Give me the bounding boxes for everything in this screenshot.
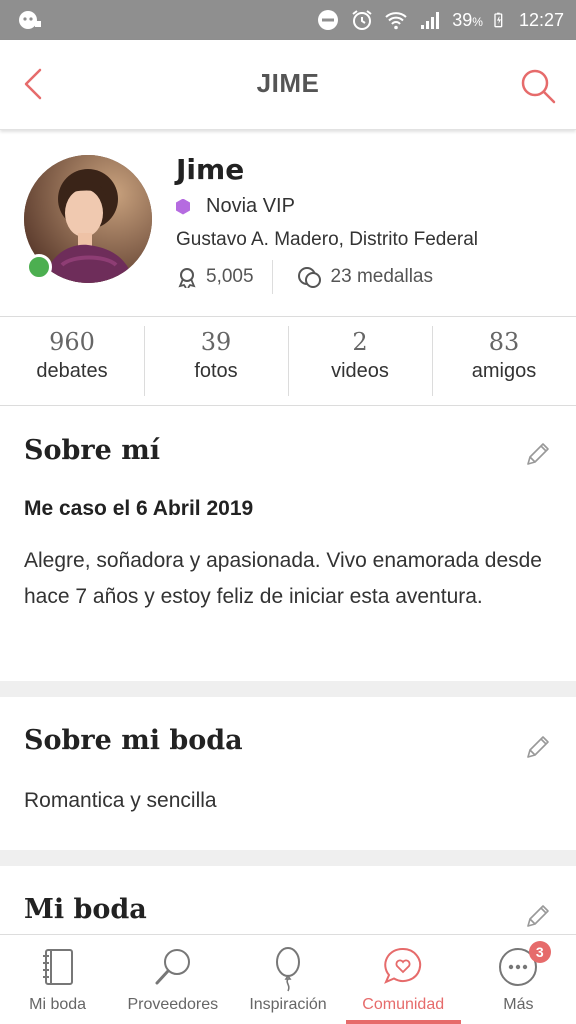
signal-icon bbox=[421, 12, 440, 29]
about-section: Sobre mí Me caso el 6 Abril 2019 Alegre,… bbox=[0, 407, 576, 681]
stat-value: 960 bbox=[49, 328, 95, 356]
stat-videos[interactable]: 2 videos bbox=[288, 318, 432, 405]
nav-label: Inspiración bbox=[249, 996, 327, 1013]
nav-label: Mi boda bbox=[29, 996, 87, 1013]
profile-stats: 5,005 23 medallas bbox=[176, 260, 433, 294]
profile-type: Novia VIP bbox=[176, 195, 295, 218]
search-icon[interactable] bbox=[518, 66, 558, 106]
profile-header: Jime Novia VIP Gustavo A. Madero, Distri… bbox=[0, 131, 576, 317]
balloon-icon bbox=[276, 947, 300, 992]
pencil-icon[interactable] bbox=[524, 440, 552, 468]
wifi-icon bbox=[385, 12, 407, 30]
stat-value: 2 bbox=[352, 328, 368, 356]
notification-badge: 3 bbox=[528, 941, 551, 963]
pencil-icon[interactable] bbox=[524, 733, 552, 761]
profile-name: Jime bbox=[176, 153, 245, 186]
nav-label: Más bbox=[503, 996, 534, 1013]
my-wedding-section: Mi boda bbox=[0, 866, 576, 934]
stat-value: 83 bbox=[488, 328, 520, 356]
medals-count[interactable]: 23 medallas bbox=[331, 266, 433, 288]
section-divider bbox=[0, 850, 576, 866]
dnd-icon bbox=[318, 10, 339, 30]
stat-label: debates bbox=[36, 360, 108, 382]
stat-label: videos bbox=[331, 360, 389, 382]
online-status-dot bbox=[26, 254, 52, 280]
nav-proveedores[interactable]: Proveedores bbox=[115, 935, 230, 1024]
wedding-about-section: Sobre mi boda Romantica y sencilla bbox=[0, 697, 576, 850]
wedding-about-text: Romantica y sencilla bbox=[24, 789, 217, 812]
vip-hexagon-icon bbox=[176, 198, 190, 215]
stat-fotos[interactable]: 39 fotos bbox=[144, 318, 288, 405]
stat-debates[interactable]: 960 debates bbox=[0, 318, 144, 405]
page-title: JIME bbox=[256, 68, 320, 98]
search-icon bbox=[155, 949, 190, 985]
stat-value: 39 bbox=[200, 328, 232, 356]
alarm-icon bbox=[352, 10, 372, 30]
medals-icon bbox=[297, 267, 321, 288]
status-bar: 39% 12:27 bbox=[0, 0, 576, 40]
nav-comunidad[interactable]: Comunidad bbox=[345, 935, 461, 1024]
wedding-date: Me caso el 6 Abril 2019 bbox=[24, 497, 254, 520]
about-text: Alegre, soñadora y apasionada. Vivo enam… bbox=[24, 549, 542, 608]
pencil-icon[interactable] bbox=[524, 902, 552, 930]
profile-type-label: Novia VIP bbox=[206, 195, 295, 217]
wedding-about-title: Sobre mi boda bbox=[24, 725, 243, 756]
notebook-icon bbox=[42, 949, 73, 985]
clock: 12:27 bbox=[518, 9, 564, 30]
app-bar: JIME bbox=[0, 40, 576, 130]
stat-amigos[interactable]: 83 amigos bbox=[432, 318, 576, 405]
nav-mas[interactable]: 3 Más bbox=[461, 935, 576, 1024]
section-divider bbox=[0, 681, 576, 697]
active-indicator bbox=[345, 1020, 461, 1024]
points-count: 5,005 bbox=[206, 266, 254, 287]
battery-percent: 39% bbox=[452, 9, 483, 30]
nav-label: Comunidad bbox=[362, 996, 445, 1013]
notification-icon bbox=[19, 11, 41, 29]
nav-label: Proveedores bbox=[127, 996, 219, 1013]
stat-label: amigos bbox=[471, 360, 537, 382]
nav-mi-boda[interactable]: Mi boda bbox=[0, 935, 115, 1024]
stats-row: 960 debates 39 fotos 2 videos 83 amigos bbox=[0, 318, 576, 406]
nav-inspiracion[interactable]: Inspiración bbox=[230, 935, 345, 1024]
chat-heart-icon bbox=[384, 947, 422, 984]
stat-label: fotos bbox=[194, 360, 238, 382]
battery-icon bbox=[494, 12, 503, 28]
ribbon-icon bbox=[178, 268, 196, 288]
stats-divider bbox=[271, 260, 273, 294]
bottom-navigation: Mi boda Proveedores Inspiración Comunida… bbox=[0, 934, 576, 1024]
profile-location: Gustavo A. Madero, Distrito Federal bbox=[176, 229, 479, 250]
about-title: Sobre mí bbox=[24, 435, 161, 466]
my-wedding-title: Mi boda bbox=[24, 894, 147, 925]
